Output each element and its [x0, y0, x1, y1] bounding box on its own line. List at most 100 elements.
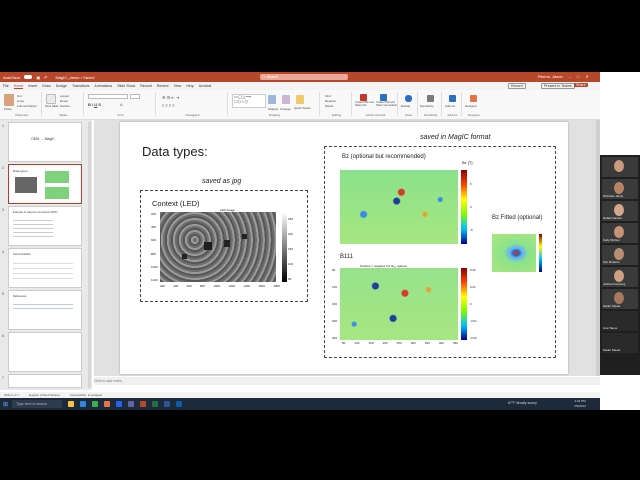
align-buttons[interactable]: ≡ ≡ ≡ ≡	[162, 103, 175, 108]
minimize-button[interactable]: –	[569, 72, 571, 82]
create-pdf-outlook-button[interactable]: Create PDF and Share via Outlook	[376, 101, 397, 108]
present-in-teams-button[interactable]: Present in Teams	[541, 83, 575, 89]
tab-view[interactable]: View	[174, 84, 182, 88]
participant-video	[614, 292, 624, 304]
tab-file[interactable]: File	[3, 84, 9, 88]
section-button[interactable]: Section	[60, 104, 70, 108]
designer-icon[interactable]	[470, 95, 477, 102]
format-painter-button[interactable]: Format Painter	[17, 104, 37, 108]
create-pdf-outlook-icon[interactable]	[380, 94, 387, 101]
replace-button[interactable]: Replace	[325, 99, 336, 103]
shapes-gallery[interactable]: ▭◯△⟶ ☐⬡☆⬠	[232, 94, 266, 108]
tab-review[interactable]: Review	[157, 84, 169, 88]
bz-label[interactable]: Bz (optional but recommended)	[342, 154, 426, 160]
thumbnail-slide-6[interactable]	[8, 332, 82, 372]
saved-magic-label[interactable]: saved in MagIC format	[420, 134, 490, 141]
participant-tile[interactable]: Nicholas Jarvis	[602, 179, 638, 199]
outlook-icon[interactable]	[116, 401, 123, 407]
close-button[interactable]: ✕	[585, 72, 588, 82]
tab-design[interactable]: Design	[56, 84, 67, 88]
add-ins-icon[interactable]	[449, 95, 456, 102]
participant-tile[interactable]: Sarah Steele	[602, 333, 638, 353]
user-name[interactable]: Renne, Jason	[538, 72, 563, 82]
thumbnails-scrollbar[interactable]	[88, 122, 91, 388]
language-status[interactable]: English (United States)	[29, 393, 60, 397]
undo-icon[interactable]: ↶	[44, 75, 47, 80]
maximize-button[interactable]: □	[577, 72, 579, 82]
tab-draw[interactable]: Draw	[42, 84, 50, 88]
participant-tile[interactable]: Lisa Tauxe	[602, 311, 638, 331]
tab-transitions[interactable]: Transitions	[72, 84, 89, 88]
share-button[interactable]: Share	[574, 83, 588, 87]
thumbnail-slide-7[interactable]	[8, 374, 82, 388]
b111-label[interactable]: B111	[340, 254, 353, 260]
font-name-dropdown[interactable]	[88, 94, 128, 99]
excel-icon[interactable]	[152, 401, 159, 407]
notes-pane[interactable]: Click to add notes	[94, 377, 600, 385]
arrange-icon[interactable]	[282, 95, 290, 104]
create-pdf-share-link-button[interactable]: Create PDF and Share link	[355, 101, 375, 108]
windows-start-icon[interactable]: ⊞	[3, 401, 8, 408]
tab-slide-show[interactable]: Slide Show	[117, 84, 135, 88]
file-explorer-icon[interactable]	[68, 401, 75, 407]
font-size-dropdown[interactable]	[130, 94, 140, 99]
layout-button[interactable]: Layout	[60, 94, 69, 98]
reset-button[interactable]: Reset	[60, 99, 68, 103]
sensitivity-icon[interactable]	[427, 95, 434, 102]
new-slide-icon[interactable]	[46, 94, 56, 104]
create-pdf-share-link-icon[interactable]	[360, 94, 367, 101]
thumbnail-slide-4[interactable]: Instrumentation	[8, 248, 82, 288]
quick-styles-icon[interactable]	[296, 95, 304, 104]
dictate-button[interactable]: Dictate	[401, 104, 410, 108]
microphone-icon[interactable]	[405, 95, 412, 102]
designer-button[interactable]: Designer	[465, 104, 477, 108]
tab-animations[interactable]: Animations	[94, 84, 112, 88]
teams-icon[interactable]	[128, 401, 135, 407]
bold-button[interactable]: B I U S	[88, 102, 101, 107]
font-color-button[interactable]: A	[120, 102, 123, 107]
saved-jpg-label[interactable]: saved as jpg	[202, 178, 241, 185]
save-icon[interactable]: ▣	[36, 75, 40, 80]
search-box[interactable]: ⌕ Search	[260, 74, 348, 80]
select-button[interactable]: Select	[325, 104, 333, 108]
participant-tile[interactable]: Rafael Santos	[602, 201, 638, 221]
context-label[interactable]: Context (LED)	[152, 199, 200, 208]
tab-insert[interactable]: Insert	[28, 84, 37, 88]
participant-tile[interactable]: Kim Roberts	[602, 245, 638, 265]
thumbnail-slide-3[interactable]: Example of steps for conversion (PDF)	[8, 206, 82, 246]
add-ins-button[interactable]: Add-ins	[445, 104, 455, 108]
weather-widget[interactable]: 67°F Mostly sunny	[508, 401, 537, 405]
paste-icon[interactable]	[4, 94, 14, 106]
tab-help[interactable]: Help	[186, 84, 193, 88]
cut-button[interactable]: Cut	[17, 94, 22, 98]
thumbnail-slide-2[interactable]: Data types	[8, 164, 82, 204]
tab-home[interactable]: Home	[13, 84, 24, 89]
copy-button[interactable]: Copy	[17, 99, 24, 103]
accessibility-status[interactable]: Accessibility: Investigate	[70, 393, 103, 397]
word-icon[interactable]	[164, 401, 171, 407]
taskbar-search[interactable]: Type here to search	[12, 400, 63, 408]
participant-tile[interactable]: Joshua Feinberg	[602, 267, 638, 287]
powerpoint-taskbar-icon[interactable]	[140, 401, 147, 407]
current-slide[interactable]: Data types: saved in MagIC format saved …	[120, 122, 568, 374]
slide-title[interactable]: Data types:	[142, 144, 208, 159]
shapes-icon[interactable]	[268, 95, 276, 104]
firefox-icon[interactable]	[104, 401, 111, 407]
participant-tile[interactable]	[602, 157, 638, 177]
autosave-toggle[interactable]	[24, 75, 33, 79]
edge-icon[interactable]	[80, 401, 87, 407]
taskbar-clock[interactable]: 4:01 PM 7/9/2024	[574, 399, 586, 408]
bz-fitted-label[interactable]: Bz Fitted (optional)	[492, 214, 544, 222]
zoom-icon[interactable]	[176, 401, 183, 407]
find-button[interactable]: Find	[325, 94, 331, 98]
thumbnail-slide-5[interactable]: References	[8, 290, 82, 330]
thumbnail-slide-1[interactable]: ODM → MagIC	[8, 122, 82, 162]
tab-acrobat[interactable]: Acrobat	[199, 84, 211, 88]
sensitivity-button[interactable]: Sensitivity	[420, 104, 434, 108]
bullets-button[interactable]: ☰ ☰ ⇤ ⇥	[162, 95, 179, 100]
participant-tile[interactable]: Sarah Steele	[602, 289, 638, 309]
tab-record[interactable]: Record	[140, 84, 152, 88]
chrome-icon[interactable]	[92, 401, 99, 407]
record-button[interactable]: Record	[508, 83, 526, 89]
participant-tile[interactable]: Kelly Richter	[602, 223, 638, 243]
